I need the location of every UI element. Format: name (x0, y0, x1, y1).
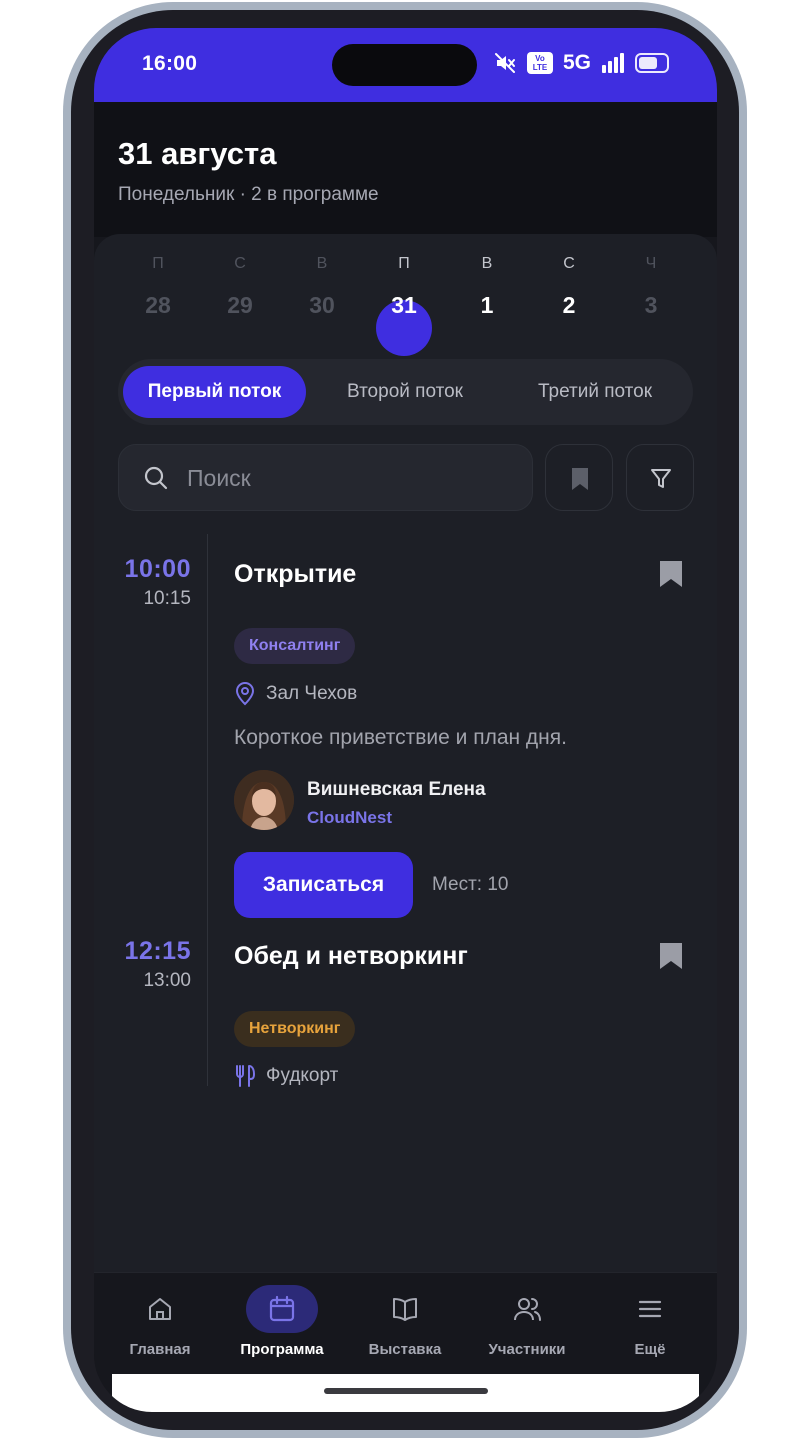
nav-item-program[interactable]: Программа (221, 1273, 343, 1377)
day-31-selected[interactable]: П 31 (374, 252, 434, 356)
home-icon (149, 1298, 171, 1320)
page-title: 31 августа (118, 136, 277, 171)
week-selector: П 28 С 29 В 30 П 31 В 1 С 2 Ч 3 (94, 234, 717, 356)
nav-label: Главная (129, 1341, 191, 1358)
day-28[interactable]: П 28 (128, 252, 188, 320)
event-end-time: 10:15 (143, 588, 191, 609)
speaker-company[interactable]: CloudNest (307, 808, 392, 828)
speaker-avatar[interactable] (234, 770, 294, 830)
search-placeholder: Поиск (187, 465, 251, 491)
event-tag: Консалтинг (234, 628, 356, 664)
volte-bottom: LTE (532, 63, 548, 72)
volte-top: Vo (535, 54, 545, 63)
battery-icon (635, 53, 669, 73)
status-bar: 16:00 Vo LTE 5G (94, 28, 717, 102)
home-indicator[interactable] (324, 1388, 488, 1394)
dynamic-island (332, 44, 477, 86)
weekday-label: С (234, 255, 246, 272)
people-icon (514, 1298, 541, 1321)
volte-icon: Vo LTE (526, 52, 553, 74)
event-location: Зал Чехов (234, 682, 357, 706)
network-label: 5G (562, 51, 591, 74)
filter-button[interactable] (626, 444, 694, 511)
status-time: 16:00 (142, 52, 198, 75)
search-input[interactable]: Поиск (118, 444, 533, 511)
weekday-label: В (316, 255, 328, 272)
tab-third-stream[interactable]: Третий поток (503, 366, 687, 418)
nav-label: Участники (488, 1341, 566, 1358)
nav-item-more[interactable]: Ещё (589, 1273, 711, 1377)
register-button[interactable]: Записаться (234, 852, 413, 918)
weekday-label: П (398, 255, 410, 272)
bottom-navigation: Главная Программа Выставка Участники Ещё (94, 1272, 717, 1376)
day-number: 2 (562, 292, 576, 318)
day-3[interactable]: Ч 3 (621, 252, 681, 320)
bookmark-icon (572, 468, 588, 490)
event-tag: Нетворкинг (234, 1011, 356, 1047)
page-subtitle: Понедельник · 2 в программе (118, 184, 379, 205)
weekday-label: П (152, 255, 164, 272)
event-end-time: 13:00 (143, 970, 191, 991)
weekday-label: В (481, 255, 493, 272)
nav-item-exhibition[interactable]: Выставка (344, 1273, 466, 1377)
event-title[interactable]: Открытие (234, 560, 356, 589)
day-1[interactable]: В 1 (457, 252, 517, 320)
event-start-time: 12:15 (124, 937, 191, 965)
day-2[interactable]: С 2 (539, 252, 599, 320)
avatar-photo-icon (234, 770, 294, 830)
filter-icon (651, 469, 671, 488)
bookmarks-filter-button[interactable] (545, 444, 613, 511)
nav-label: Программа (240, 1341, 324, 1358)
event-location-label: Фудкорт (266, 1065, 339, 1086)
book-icon (393, 1298, 417, 1321)
page-header: 31 августа Понедельник · 2 в программе (94, 102, 717, 237)
signal-icon (602, 53, 624, 73)
day-30[interactable]: В 30 (292, 252, 352, 320)
day-29[interactable]: С 29 (210, 252, 270, 320)
event-title[interactable]: Обед и нетворкинг (234, 942, 468, 971)
bookmark-icon[interactable] (658, 941, 684, 971)
bookmark-icon[interactable] (658, 559, 684, 589)
calendar-icon (269, 1295, 295, 1322)
weekday-label: Ч (645, 255, 657, 272)
nav-label: Выставка (368, 1341, 442, 1358)
day-number: 3 (644, 292, 658, 318)
cutlery-icon (236, 1065, 255, 1087)
event-location: Фудкорт (234, 1064, 338, 1088)
nav-label: Ещё (634, 1341, 666, 1358)
status-icons: Vo LTE 5G (493, 51, 669, 75)
program-panel: П 28 С 29 В 30 П 31 В 1 С 2 Ч 3 Первый п… (94, 234, 717, 1334)
nav-item-participants[interactable]: Участники (466, 1273, 588, 1377)
day-number: 1 (480, 292, 494, 318)
day-number: 30 (309, 292, 335, 318)
event-description: Короткое приветствие и план дня. (234, 726, 567, 749)
menu-icon (638, 1300, 662, 1318)
day-number: 28 (145, 292, 171, 318)
day-number: 31 (391, 292, 417, 318)
nav-item-home[interactable]: Главная (99, 1273, 221, 1377)
stream-tabs: Первый поток Второй поток Третий поток (118, 359, 693, 425)
search-icon (144, 466, 168, 490)
speaker-name[interactable]: Вишневская Елена (307, 779, 486, 801)
location-pin-icon (235, 682, 255, 706)
seats-count: Мест: 10 (432, 874, 509, 895)
tab-second-stream[interactable]: Второй поток (313, 366, 497, 418)
app-screen: 16:00 Vo LTE 5G 31 августа Понедельник ·… (94, 28, 717, 1412)
event-location-label: Зал Чехов (266, 683, 358, 704)
day-number: 29 (227, 292, 253, 318)
tab-first-stream[interactable]: Первый поток (123, 366, 306, 418)
timeline-line (207, 534, 208, 1086)
event-start-time: 10:00 (124, 555, 191, 583)
weekday-label: С (563, 255, 575, 272)
mute-icon (494, 53, 515, 73)
